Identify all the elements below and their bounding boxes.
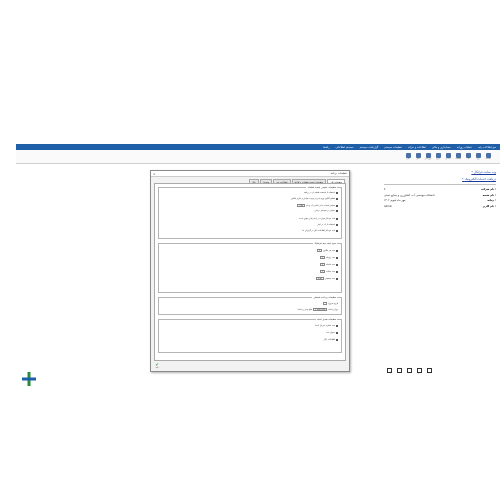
option-row[interactable]: سند تجمیعی تعداد — [315, 277, 338, 280]
menu-item[interactable]: گزارشات سیستم — [360, 146, 379, 149]
option-row[interactable]: تاریخ شروع — [323, 302, 338, 305]
option-select[interactable]: تعداد — [315, 277, 324, 280]
menu-item[interactable]: منو اطلاعات پایه — [478, 146, 496, 149]
value-field[interactable]: 1 — [319, 270, 325, 273]
checkbox[interactable] — [336, 198, 338, 200]
website-link[interactable]: * وب سایت فرانگار — [380, 170, 500, 174]
dialog-title: تنظیمات برنامه — [330, 172, 347, 175]
bottom-button[interactable]: چاپ — [396, 368, 403, 377]
general-settings-group: تنظیمات عمومی لیست قطعات استفاده از قسمت… — [158, 186, 342, 239]
checkbox[interactable] — [336, 332, 338, 334]
toolbar-button[interactable]: اطلاعات — [454, 151, 462, 162]
option-row[interactable]: سند روزانه 1 — [319, 256, 338, 259]
value-field[interactable]: 1 — [319, 256, 325, 259]
toolbar-button[interactable]: چاپ — [464, 151, 472, 162]
option-row[interactable]: ثبت خودکار موارد در بازه زمانی تعیین شده — [299, 218, 338, 220]
backup-icon — [445, 153, 451, 158]
doc-issue-group: تنظیمات صدور اسناد ثبت شماره سریال اسناد… — [158, 318, 342, 353]
calendar-icon — [405, 153, 411, 158]
bottom-button[interactable]: پیام — [416, 368, 423, 377]
checkbox[interactable] — [336, 192, 338, 194]
option-row[interactable]: سند سالانه 1 — [319, 270, 338, 273]
checkbox[interactable] — [336, 204, 338, 207]
option-select[interactable]: مازاد — [297, 204, 306, 207]
app-logo — [22, 372, 36, 386]
checkbox[interactable] — [336, 210, 338, 212]
settings-icon — [485, 153, 491, 158]
divider — [384, 184, 496, 185]
menu-item[interactable]: سیستم اطلاعاتی — [335, 146, 353, 149]
toolbar-button[interactable]: پشتیبان — [444, 151, 452, 162]
toolbar-button[interactable]: خروج — [434, 151, 442, 162]
radio[interactable] — [336, 263, 338, 266]
toolbar-button[interactable]: تقویم — [404, 151, 412, 162]
checkbox[interactable] — [336, 218, 338, 220]
checkbox[interactable] — [336, 325, 338, 327]
value-field[interactable]: 1 — [316, 249, 323, 252]
auto-doc-group: نحوه ایجاد سند اتوماتیک سند هر فاکتور 1 س… — [158, 242, 342, 293]
option-row[interactable]: ثبت شماره سریال اسناد — [315, 325, 338, 327]
checkbox[interactable] — [336, 230, 338, 232]
exit-icon — [435, 153, 441, 158]
settings-dialog: × تنظیمات برنامه تنظیمات کلی تنظیمات لیس… — [150, 170, 350, 372]
bottom-button[interactable]: بازگشت — [386, 368, 393, 377]
amount-field[interactable]: 1,000,000 — [313, 308, 328, 311]
radio[interactable] — [336, 256, 338, 259]
radio[interactable] — [336, 277, 338, 280]
option-row[interactable]: استفاده از قسمت نقطه دار در برنامه — [304, 192, 338, 194]
login-icon — [475, 153, 481, 158]
option-row[interactable]: ثبت خودکار اطلاعات انبار در گزارش ها — [303, 230, 338, 232]
logo-bar-h — [22, 377, 36, 381]
menu-item[interactable]: اطلاعات و خزانه — [408, 146, 426, 149]
menu-item[interactable]: عملیات روزانه — [457, 146, 472, 149]
bottom-button[interactable]: لیست — [406, 368, 413, 377]
group-title: تنظیمات صدور اسناد — [316, 318, 337, 321]
info-row: نام شرکت :1 — [384, 188, 496, 191]
refresh-icon — [425, 153, 431, 158]
info-row: نام کاربر : admin — [384, 204, 496, 208]
info-icon — [455, 153, 461, 158]
info-row: نام شعبه : دانشکده مهندسی آب، کشاورزی و ص… — [384, 193, 496, 197]
ok-button[interactable]: ✔ تأیید — [153, 363, 161, 370]
toolbar-button[interactable]: اعلان — [414, 151, 422, 162]
dialog-titlebar[interactable]: × تنظیمات برنامه — [151, 171, 349, 177]
option-row[interactable]: اطلاعات دیگر — [324, 339, 338, 341]
dialog-body: تنظیمات عمومی لیست قطعات استفاده از قسمت… — [154, 183, 346, 361]
group-title: تنظیمات عمومی لیست قطعات — [306, 186, 337, 189]
checkbox[interactable] — [336, 339, 338, 341]
option-row[interactable]: استفاده از کد در انبار — [317, 224, 338, 226]
menu-item[interactable]: حسابداری و مالی — [432, 146, 451, 149]
print-icon — [465, 153, 471, 158]
toolbar: تنظیمات ورود چاپ اطلاعات پشتیبان خروج بر… — [16, 150, 500, 164]
option-row[interactable]: سند هر فاکتور 1 — [316, 249, 338, 252]
toolbar-button[interactable]: تنظیمات — [484, 151, 492, 162]
date-field[interactable] — [323, 302, 328, 305]
option-row[interactable]: سند ماهانه 1 — [319, 263, 338, 266]
group-title: نحوه ایجاد سند اتوماتیک — [313, 242, 337, 245]
group-title: تنظیمات پرداخت قسطی — [312, 296, 337, 299]
bottom-button[interactable]: ذخیره — [426, 368, 433, 377]
checkbox[interactable] — [336, 224, 338, 226]
info-row: رمانه :۱۴۰۲ مهر ماه تقویم — [384, 199, 496, 202]
radio[interactable] — [336, 249, 338, 252]
bottom-toolbar: بازگشت چاپ لیست پیام ذخیره — [386, 368, 433, 377]
menu-item[interactable]: راهنما — [323, 146, 329, 149]
eservices-link[interactable]: * دریافت خدمات الکترونیک — [380, 177, 500, 181]
radio[interactable] — [336, 270, 338, 273]
value-field[interactable]: 1 — [319, 263, 326, 266]
option-row[interactable]: نوع پرداخت 1,000,000 مبلغ پیش پرداخت — [297, 308, 338, 311]
toolbar-button[interactable]: بروزرسانی — [424, 151, 432, 162]
option-row[interactable]: عنوان سند — [326, 332, 338, 334]
installment-group: تنظیمات پرداخت قسطی تاریخ شروع نوع پرداخ… — [158, 296, 342, 315]
dialog-footer: ✔ تأیید — [153, 363, 161, 370]
option-row[interactable]: تنظیم الگوی ورود فرم و ترتیب نمایش و تکر… — [291, 198, 338, 200]
bell-icon — [415, 153, 421, 158]
option-row[interactable]: نمایش لیست ها بر اساس کد و نام مازاد — [297, 204, 338, 207]
menu-item[interactable]: تنظیمات سیستم — [384, 146, 402, 149]
option-row[interactable]: نمایش در منوهای درختی — [315, 210, 338, 212]
close-icon[interactable]: × — [153, 172, 156, 176]
sidebar: * وب سایت فرانگار * دریافت خدمات الکترون… — [380, 170, 500, 210]
toolbar-button[interactable]: ورود — [474, 151, 482, 162]
